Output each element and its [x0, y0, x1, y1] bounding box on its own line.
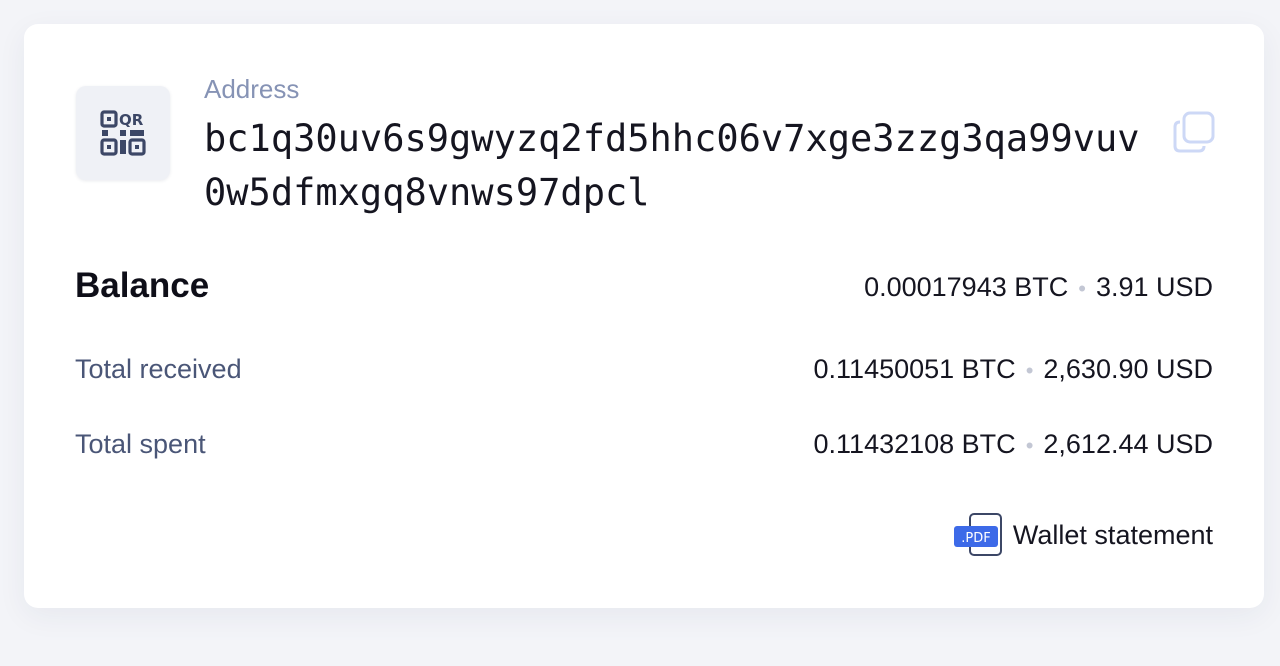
copy-address-button[interactable] [1172, 110, 1216, 154]
pdf-badge-label: .PDF [961, 531, 990, 546]
wallet-statement-label: Wallet statement [1012, 519, 1213, 550]
spent-usd: 2,612.44 USD [1043, 429, 1213, 459]
address-label: Address [204, 74, 300, 104]
balance-btc: 0.00017943 BTC [864, 272, 1069, 302]
svg-text:QR: QR [119, 111, 144, 129]
total-spent-value: 0.11432108 BTC • 2,612.44 USD [814, 429, 1213, 460]
total-received-value: 0.11450051 BTC • 2,630.90 USD [814, 354, 1213, 385]
spent-btc: 0.11432108 BTC [813, 429, 1016, 459]
copy-icon [1173, 111, 1215, 153]
total-spent-label: Total spent [75, 429, 206, 459]
balance-value: 0.00017943 BTC • 3.91 USD [864, 272, 1213, 303]
wallet-statement-link[interactable]: .PDF Wallet statement [953, 512, 1213, 558]
balance-label: Balance [75, 266, 210, 305]
address-value[interactable]: bc1q30uv6s9gwyzq2fd5hhc06v7xge3zzg3qa99v… [204, 112, 1154, 220]
total-received-label: Total received [75, 354, 242, 384]
balance-usd: 3.91 USD [1095, 272, 1213, 302]
separator-dot: • [1025, 358, 1034, 383]
received-btc: 0.11450051 BTC [813, 354, 1016, 384]
pdf-file-icon: .PDF [953, 513, 1002, 556]
qr-code-button[interactable]: QR [76, 86, 170, 180]
qr-code-icon: QR [100, 110, 146, 156]
separator-dot: • [1078, 276, 1086, 301]
received-usd: 2,630.90 USD [1043, 354, 1213, 384]
address-card: QR Address bc1q30uv6s9gwyzq2fd5hhc06v7xg… [24, 24, 1264, 608]
separator-dot: • [1025, 433, 1034, 458]
